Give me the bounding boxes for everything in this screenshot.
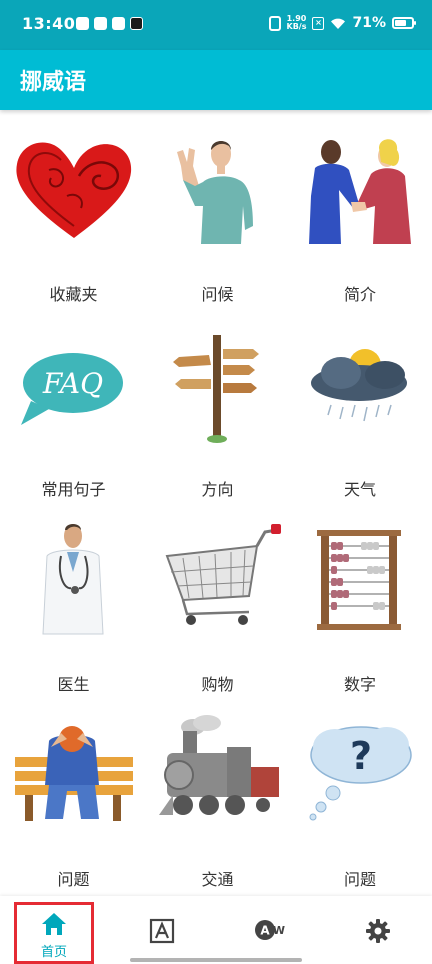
storm-cloud-icon bbox=[295, 321, 425, 451]
leaf-notification-icon bbox=[94, 17, 107, 30]
category-common-phrases[interactable]: FAQ 常用句子 bbox=[0, 321, 147, 516]
status-bar: 13:40 1.90 KB/s × 71% bbox=[0, 0, 432, 50]
nav-home-label: 首页 bbox=[40, 945, 67, 960]
category-grid: 收藏夹 问候 简介 FAQ 常用句子 方向 天气 医生 购物 数字 问题 交通 … bbox=[0, 126, 432, 906]
no-sim-icon: × bbox=[312, 16, 325, 30]
home-indicator-bar[interactable] bbox=[130, 958, 302, 962]
settings-icon bbox=[366, 919, 390, 943]
heart-icon bbox=[9, 126, 139, 256]
nav-words[interactable]: A W bbox=[216, 896, 324, 964]
svg-text:FAQ: FAQ bbox=[41, 367, 102, 400]
letter-a-icon bbox=[149, 918, 175, 944]
category-label: 问题 bbox=[57, 870, 90, 889]
category-label: 方向 bbox=[201, 480, 234, 499]
app-bar: 挪威语 bbox=[0, 50, 432, 110]
battery-icon bbox=[392, 17, 416, 29]
category-weather[interactable]: 天气 bbox=[288, 321, 432, 516]
translate-aw-icon: A W bbox=[255, 920, 285, 940]
signpost-icon bbox=[153, 321, 283, 451]
category-introduction[interactable]: 简介 bbox=[288, 126, 432, 321]
category-label: 问题 bbox=[343, 870, 376, 889]
svg-text:W: W bbox=[273, 924, 285, 937]
train-icon bbox=[153, 711, 283, 841]
faq-bubble-icon: FAQ bbox=[9, 321, 139, 451]
category-label: 简介 bbox=[343, 285, 376, 304]
category-favorites[interactable]: 收藏夹 bbox=[0, 126, 147, 321]
category-label: 问候 bbox=[201, 285, 234, 304]
category-greetings[interactable]: 问候 bbox=[147, 126, 288, 321]
page-title: 挪威语 bbox=[20, 70, 87, 95]
category-label: 购物 bbox=[201, 675, 234, 694]
shopping-cart-icon bbox=[153, 516, 283, 646]
category-label: 收藏夹 bbox=[49, 285, 98, 304]
status-time: 13:40 bbox=[22, 14, 76, 33]
category-label: 常用句子 bbox=[41, 480, 106, 499]
svg-text:?: ? bbox=[350, 734, 372, 778]
notification-icons bbox=[76, 17, 143, 30]
question-cloud-icon: ? bbox=[295, 711, 425, 841]
svg-text:A: A bbox=[260, 924, 270, 938]
category-transport[interactable]: 交通 bbox=[147, 711, 288, 906]
nav-settings[interactable] bbox=[324, 896, 432, 964]
category-label: 数字 bbox=[343, 675, 376, 694]
pinwheel-notification-icon bbox=[112, 17, 125, 30]
worried-person-icon bbox=[9, 711, 139, 841]
nav-alphabet[interactable] bbox=[108, 896, 216, 964]
battery-percent: 71% bbox=[352, 15, 386, 31]
abacus-icon bbox=[295, 516, 425, 646]
home-icon bbox=[42, 913, 66, 935]
bottom-navigation: 首页 A W bbox=[0, 896, 432, 964]
nav-home[interactable]: 首页 bbox=[14, 902, 94, 964]
category-questions[interactable]: ? 问题 bbox=[288, 711, 432, 906]
vibrate-icon bbox=[268, 15, 281, 31]
doctor-icon bbox=[9, 516, 139, 646]
gallery-notification-icon bbox=[76, 17, 89, 30]
category-shopping[interactable]: 购物 bbox=[147, 516, 288, 711]
tiktok-notification-icon bbox=[130, 17, 143, 30]
category-problems[interactable]: 问题 bbox=[0, 711, 147, 906]
waving-man-icon bbox=[153, 126, 283, 256]
handshake-icon bbox=[295, 126, 425, 256]
category-numbers[interactable]: 数字 bbox=[288, 516, 432, 711]
category-label: 天气 bbox=[343, 480, 376, 499]
category-doctor[interactable]: 医生 bbox=[0, 516, 147, 711]
status-indicators: 1.90 KB/s × 71% bbox=[268, 14, 416, 31]
wifi-icon bbox=[331, 18, 346, 29]
category-label: 医生 bbox=[57, 675, 90, 694]
net-speed: 1.90 KB/s bbox=[286, 14, 307, 31]
category-directions[interactable]: 方向 bbox=[147, 321, 288, 516]
category-label: 交通 bbox=[201, 870, 234, 889]
